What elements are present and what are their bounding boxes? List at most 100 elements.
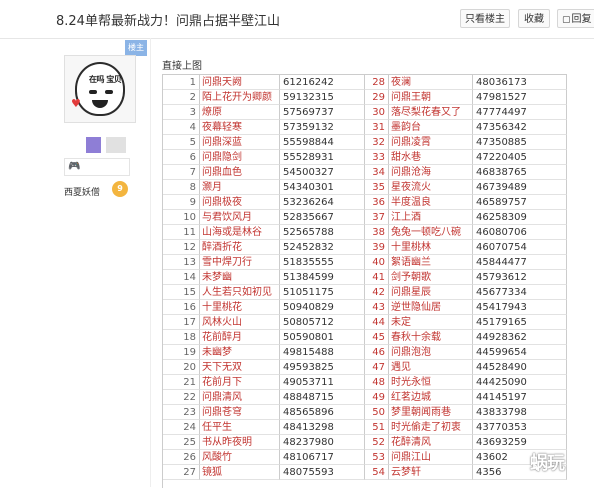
reply-icon: ▢ — [562, 15, 571, 25]
power-cell: 49053711 — [280, 375, 365, 390]
guild-name-cell: 半度温良 — [389, 195, 473, 210]
panda-meme-face: 在吗 宝贝 — [75, 62, 125, 116]
rank-cell: 37 — [365, 210, 389, 225]
rank-cell: 28 — [365, 75, 389, 90]
power-cell: 46739489 — [473, 180, 567, 195]
power-cell: 47220405 — [473, 150, 567, 165]
guild-name-cell: 时光永恒 — [389, 375, 473, 390]
table-row: 4 夜幕轻寒 57359132 31 墨韵台 47356342 — [163, 120, 567, 135]
guild-name-cell: 逆世隐仙居 — [389, 300, 473, 315]
only-op-button[interactable]: 只看楼主 — [460, 9, 510, 28]
guild-name-cell: 问鼎星辰 — [389, 285, 473, 300]
rank-cell: 32 — [365, 135, 389, 150]
table-row: 3 燎原 57569737 30 落尽梨花春又了 47774497 — [163, 105, 567, 120]
guild-name-cell: 甜水巷 — [389, 150, 473, 165]
rank-cell: 4 — [163, 120, 200, 135]
guild-name-cell: 江上酒 — [389, 210, 473, 225]
guild-name-cell: 燎原 — [200, 105, 280, 120]
power-cell: 48075593 — [280, 465, 365, 480]
username[interactable]: 西夏妖僧 — [64, 185, 100, 198]
reply-label: 回复 — [571, 14, 592, 25]
rank-cell: 34 — [365, 165, 389, 180]
post-header: 8.24单帮最新战力！问鼎占据半壁江山 只看楼主 收藏 ▢回复 — [0, 0, 594, 39]
table-row: 25 书从昨夜明 48237980 52 花醉清风 43693259 — [163, 435, 567, 450]
guild-name-cell: 问鼎天阙 — [200, 75, 280, 90]
power-cell: 51835555 — [280, 255, 365, 270]
power-cell: 45844477 — [473, 255, 567, 270]
rank-cell: 40 — [365, 255, 389, 270]
rank-cell: 47 — [365, 360, 389, 375]
rank-cell: 38 — [365, 225, 389, 240]
rank-cell: 33 — [365, 150, 389, 165]
table-row: 24 任平生 48413298 51 时光偷走了初衷 43770353 — [163, 420, 567, 435]
guild-name-cell: 遇见 — [389, 360, 473, 375]
guild-name-cell: 梦里朝闻雨巷 — [389, 405, 473, 420]
power-cell: 45793612 — [473, 270, 567, 285]
guild-name-cell: 星夜流火 — [389, 180, 473, 195]
reply-button[interactable]: ▢回复 — [557, 9, 594, 28]
power-cell: 47981527 — [473, 90, 567, 105]
power-cell: 46838765 — [473, 165, 567, 180]
guild-name-cell: 书从昨夜明 — [200, 435, 280, 450]
user-badge-gray — [106, 137, 126, 153]
power-cell: 43770353 — [473, 420, 567, 435]
guild-name-cell: 十里桃花 — [200, 300, 280, 315]
power-cell: 48565896 — [280, 405, 365, 420]
power-cell: 44928362 — [473, 330, 567, 345]
rank-cell: 15 — [163, 285, 200, 300]
guild-name-cell: 落尽梨花春又了 — [389, 105, 473, 120]
rank-cell: 8 — [163, 180, 200, 195]
rank-cell: 12 — [163, 240, 200, 255]
guild-name-cell: 问鼎凌霄 — [389, 135, 473, 150]
op-ribbon: 楼主 — [125, 40, 147, 56]
guild-name-cell: 十里桃林 — [389, 240, 473, 255]
table-row: 18 花前醉月 50590801 45 春秋十余载 44928362 — [163, 330, 567, 345]
rank-cell: 41 — [365, 270, 389, 285]
rank-cell: 36 — [365, 195, 389, 210]
game-tag[interactable]: 🎮 — [64, 158, 130, 176]
power-cell: 50940829 — [280, 300, 365, 315]
guild-name-cell: 雪中焊刀行 — [200, 255, 280, 270]
power-cell: 47350885 — [473, 135, 567, 150]
table-row: 12 醉酒折花 52452832 39 十里桃林 46070754 — [163, 240, 567, 255]
table-row: 6 问鼎隐剑 55528931 33 甜水巷 47220405 — [163, 150, 567, 165]
power-cell: 45179165 — [473, 315, 567, 330]
power-cell: 44145197 — [473, 390, 567, 405]
table-row: 19 未幽梦 49815488 46 问鼎泡泡 44599654 — [163, 345, 567, 360]
guild-name-cell: 絮语幽兰 — [389, 255, 473, 270]
mouth — [92, 100, 108, 108]
post-intro: 直接上图 — [162, 61, 202, 72]
page-title: 8.24单帮最新战力！问鼎占据半壁江山 — [56, 14, 280, 29]
rank-cell: 10 — [163, 210, 200, 225]
power-cell: 55528931 — [280, 150, 365, 165]
rank-cell: 54 — [365, 465, 389, 480]
guild-name-cell: 未定 — [389, 315, 473, 330]
rank-cell: 16 — [163, 300, 200, 315]
guild-name-cell: 未梦幽 — [200, 270, 280, 285]
power-cell: 52835667 — [280, 210, 365, 225]
table-row: 1 问鼎天阙 61216242 28 夜澜 48036173 — [163, 75, 567, 90]
guild-name-cell: 问鼎隐剑 — [200, 150, 280, 165]
rank-cell: 11 — [163, 225, 200, 240]
favorite-button[interactable]: 收藏 — [518, 9, 550, 28]
guild-name-cell: 镜狐 — [200, 465, 280, 480]
avatar[interactable]: 在吗 宝贝 ♥ — [64, 55, 136, 123]
rank-cell: 7 — [163, 165, 200, 180]
power-cell: 52452832 — [280, 240, 365, 255]
guild-name-cell: 醉酒折花 — [200, 240, 280, 255]
power-cell: 46080706 — [473, 225, 567, 240]
table-row: 26 风酸竹 48106717 53 问鼎江山 43602 — [163, 450, 567, 465]
power-cell: 51051175 — [280, 285, 365, 300]
power-cell: 51384599 — [280, 270, 365, 285]
power-cell: 54340301 — [280, 180, 365, 195]
rank-cell: 5 — [163, 135, 200, 150]
avatar-text: 在吗 宝贝 — [89, 75, 122, 84]
power-cell: 45677334 — [473, 285, 567, 300]
table-row: 15 人生若只如初见 51051175 42 问鼎星辰 45677334 — [163, 285, 567, 300]
power-cell: 50805712 — [280, 315, 365, 330]
guild-name-cell: 花醉清风 — [389, 435, 473, 450]
rank-cell: 1 — [163, 75, 200, 90]
power-cell: 46070754 — [473, 240, 567, 255]
table-row: 9 问鼎极夜 53236264 36 半度温良 46589757 — [163, 195, 567, 210]
rank-cell: 22 — [163, 390, 200, 405]
